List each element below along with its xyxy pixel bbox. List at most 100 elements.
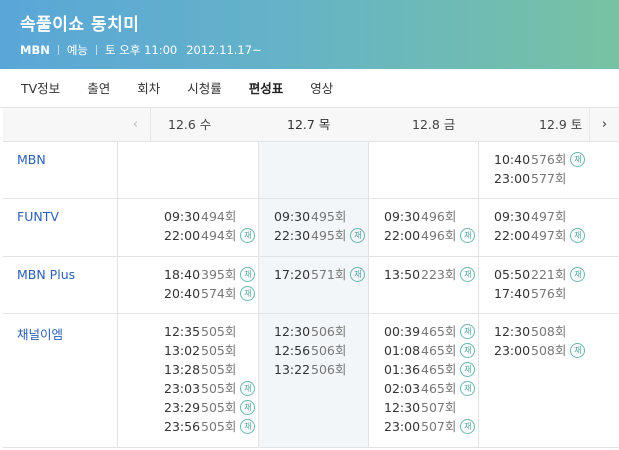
broadcast-entry: 01:08 465회 재: [384, 341, 476, 360]
schedule-row: FUNTV 09:30 494회 22:00 494회 재 09:30 495회 22:30 49…: [3, 199, 619, 257]
broadcast-time: 09:30: [274, 209, 311, 224]
broadcast-entry: 23:00 507회 재: [384, 417, 476, 436]
broadcast-time: 23:03: [164, 381, 201, 396]
broadcast-entry: 05:50 221회 재: [494, 265, 586, 284]
broadcast-time: 05:50: [494, 267, 531, 282]
channel-name[interactable]: FUNTV: [17, 209, 59, 224]
broadcast-time: 23:00: [494, 343, 531, 358]
next-dates-button[interactable]: ›: [589, 108, 619, 142]
broadcast-time: 23:29: [164, 400, 201, 415]
broadcast-time: 01:36: [384, 362, 421, 377]
rerun-badge: 재: [460, 267, 476, 282]
tab-cast[interactable]: 출연: [87, 69, 110, 108]
rerun-badge: 재: [460, 324, 476, 339]
broadcast-entry: 22:00 497회 재: [494, 226, 586, 245]
broadcast-entry: 23:00 508회 재: [494, 341, 586, 360]
episode-number: 494회: [201, 228, 237, 243]
episode-number: 507회: [421, 419, 457, 434]
episode-number: 465회: [421, 343, 457, 358]
episode-number: 506회: [311, 362, 347, 377]
program-genre: 예능: [66, 43, 89, 57]
broadcast-entry: 09:30 495회: [274, 207, 365, 226]
rerun-badge: 재: [240, 267, 256, 282]
broadcast-entry: 09:30 496회: [384, 207, 475, 226]
broadcast-time: 18:40: [164, 267, 201, 282]
broadcast-time: 09:30: [384, 209, 421, 224]
broadcast-entry: 22:00 494회 재: [164, 226, 256, 245]
schedule-cell: 09:30 496회 22:00 496회 재: [384, 207, 476, 245]
episode-number: 223회: [421, 267, 457, 282]
episode-number: 576회: [531, 286, 567, 301]
broadcast-time: 12:30: [384, 400, 421, 415]
broadcast-time: 23:56: [164, 419, 201, 434]
rerun-badge: 재: [570, 267, 586, 282]
rerun-badge: 재: [350, 267, 366, 282]
divider: [117, 142, 118, 448]
schedule-cell: 18:40 395회 재 20:40 574회 재: [164, 265, 256, 303]
schedule-row: 채널이엠 12:35 505회 13:02 505회 13:28 505회 23:03 505회…: [3, 314, 619, 448]
episode-number: 505회: [201, 343, 237, 358]
episode-number: 505회: [201, 381, 237, 396]
channel-name[interactable]: 채널이엠: [17, 324, 63, 343]
broadcast-entry: 23:56 505회 재: [164, 417, 256, 436]
broadcast-entry: 13:28 505회: [164, 360, 255, 379]
broadcast-time: 22:00: [384, 228, 421, 243]
date-label: 12.7 목: [287, 117, 331, 132]
schedule-cell: 00:39 465회 재 01:08 465회 재 01:36 465회 재 02:03 465회 재…: [384, 322, 476, 436]
broadcast-time: 20:40: [164, 286, 201, 301]
broadcast-entry: 17:40 576회: [494, 284, 585, 303]
episode-number: 505회: [201, 419, 237, 434]
schedule-cell: 12:35 505회 13:02 505회 13:28 505회 23:03 505회 재 23:…: [164, 322, 256, 436]
broadcast-time: 01:08: [384, 343, 421, 358]
divider: [368, 142, 369, 448]
episode-number: 506회: [311, 343, 347, 358]
tab-videos[interactable]: 영상: [310, 69, 333, 108]
episode-number: 494회: [201, 209, 237, 224]
broadcast-entry: 23:03 505회 재: [164, 379, 256, 398]
schedule-cell: 17:20 571회 재: [274, 265, 366, 284]
broadcast-time: 17:20: [274, 267, 311, 282]
rerun-badge: 재: [240, 381, 256, 396]
rerun-badge: 재: [350, 228, 366, 243]
rerun-badge: 재: [240, 228, 256, 243]
channel-name[interactable]: MBN: [17, 152, 46, 167]
broadcast-entry: 12:30 508회: [494, 322, 585, 341]
broadcast-entry: 09:30 497회: [494, 207, 585, 226]
channel-name[interactable]: MBN Plus: [17, 267, 75, 282]
tab-episodes[interactable]: 회차: [137, 69, 160, 108]
prev-dates-button[interactable]: ‹: [121, 108, 151, 142]
program-meta: MBN 예능 토 오후 11:00 2012.11.17~: [20, 43, 619, 57]
tab-schedule[interactable]: 편성표: [249, 69, 284, 108]
broadcast-time: 23:00: [384, 419, 421, 434]
broadcast-time: 22:30: [274, 228, 311, 243]
tab-tv-info[interactable]: TV정보: [21, 69, 60, 108]
episode-number: 495회: [311, 228, 347, 243]
broadcast-time: 02:03: [384, 381, 421, 396]
episode-number: 507회: [421, 400, 457, 415]
broadcast-entry: 09:30 494회: [164, 207, 255, 226]
episode-number: 508회: [531, 343, 567, 358]
date-label: 12.8 금: [412, 117, 456, 132]
tab-ratings[interactable]: 시청률: [187, 69, 222, 108]
broadcast-entry: 22:00 496회 재: [384, 226, 476, 245]
date-header: ‹ 12.6 수 12.7 목 12.8 금 12.9 토 ›: [3, 108, 619, 142]
broadcast-time: 12:30: [274, 324, 311, 339]
date-label: 12.9 토: [539, 117, 583, 132]
episode-number: 495회: [311, 209, 347, 224]
broadcast-time: 23:00: [494, 171, 531, 186]
episode-number: 508회: [531, 324, 567, 339]
broadcast-time: 12:30: [494, 324, 531, 339]
broadcast-time: 10:40: [494, 152, 531, 167]
broadcast-entry: 10:40 576회 재: [494, 150, 586, 169]
episode-number: 505회: [201, 324, 237, 339]
broadcast-time: 13:28: [164, 362, 201, 377]
program-channel[interactable]: MBN: [20, 43, 50, 57]
broadcast-entry: 00:39 465회 재: [384, 322, 476, 341]
episode-number: 465회: [421, 381, 457, 396]
episode-number: 505회: [201, 400, 237, 415]
schedule-table: ‹ 12.6 수 12.7 목 12.8 금 12.9 토 › MBN 10:40…: [3, 108, 619, 450]
schedule-cell: 09:30 495회 22:30 495회 재: [274, 207, 366, 245]
rerun-badge: 재: [570, 152, 586, 167]
broadcast-entry: 12:30 506회: [274, 322, 346, 341]
episode-number: 221회: [531, 267, 567, 282]
